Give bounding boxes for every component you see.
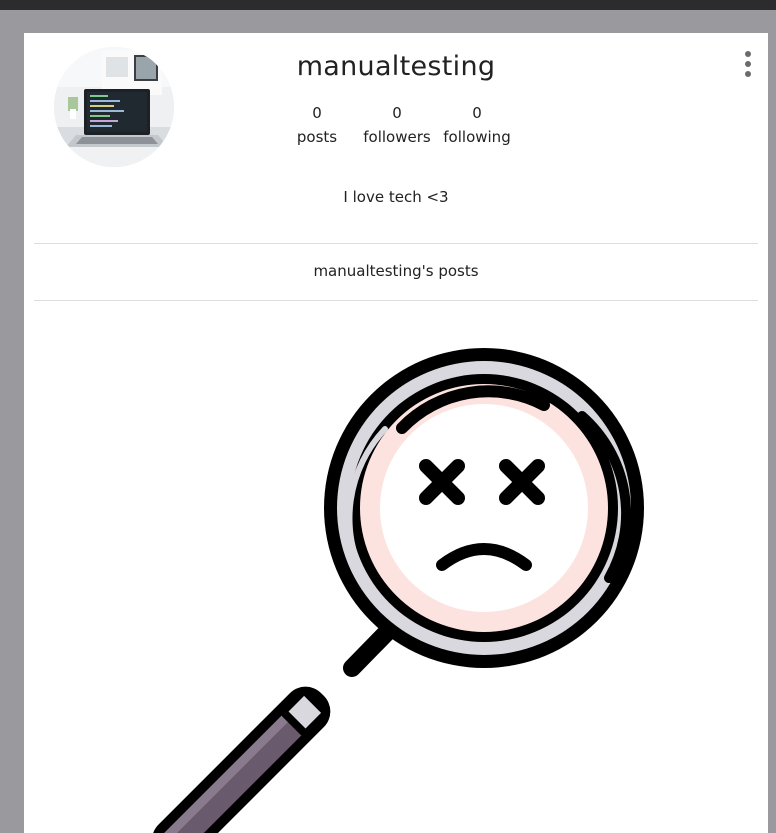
stat-followers[interactable]: 0 followers xyxy=(362,103,432,151)
top-bar xyxy=(0,0,776,10)
posts-section-title: manualtesting's posts xyxy=(313,262,479,280)
profile-bio: I love tech <3 xyxy=(343,188,449,206)
stat-following-label: following xyxy=(443,128,511,146)
divider xyxy=(34,243,758,244)
stat-following-count: 0 xyxy=(472,104,482,122)
stat-posts-label: posts xyxy=(296,128,338,146)
divider xyxy=(34,300,758,301)
profile-username: manualtesting xyxy=(296,51,496,82)
stat-followers-label: followers xyxy=(363,128,431,146)
stat-posts[interactable]: 0 posts xyxy=(282,103,352,151)
stat-posts-count: 0 xyxy=(312,104,322,122)
profile-stats: 0 posts 0 followers 0 following xyxy=(282,103,512,151)
stat-following[interactable]: 0 following xyxy=(442,103,512,151)
profile-card: manualtesting 0 posts 0 followers 0 foll… xyxy=(24,33,768,833)
magnifier-sad-face-icon xyxy=(149,348,644,833)
stat-followers-count: 0 xyxy=(392,104,402,122)
